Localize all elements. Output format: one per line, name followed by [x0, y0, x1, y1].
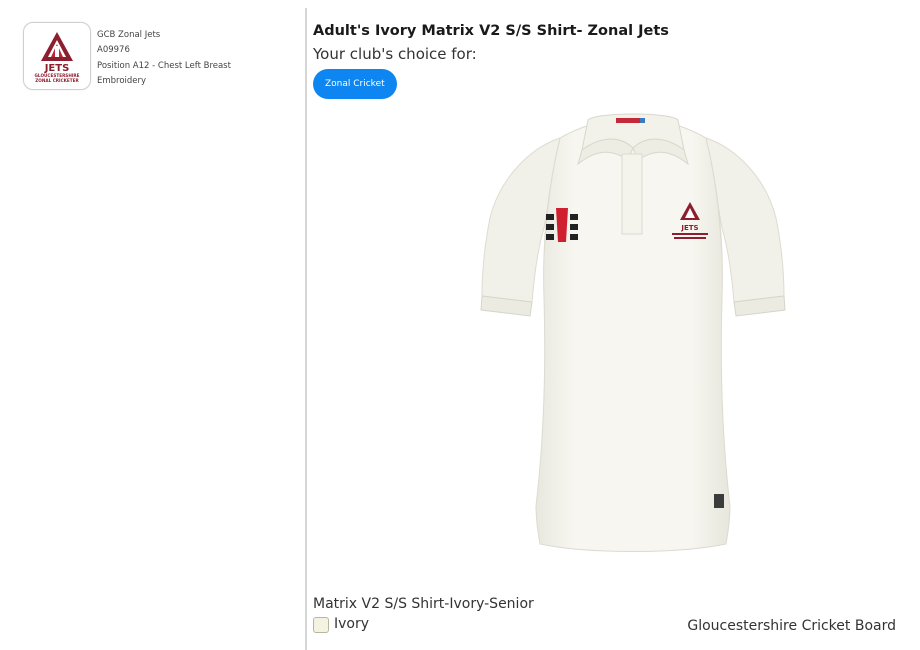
- panel-divider: [305, 8, 307, 650]
- logo-method: Embroidery: [97, 75, 147, 86]
- colour-label: Ivory: [334, 616, 370, 632]
- club-board-name: Gloucestershire Cricket Board: [687, 618, 896, 634]
- logo-position: Position A12 - Chest Left Breast: [97, 60, 231, 71]
- logo-name: GCB Zonal Jets: [97, 30, 161, 40]
- colour-swatch[interactable]: [313, 617, 329, 633]
- logo-details: GCB Zonal Jets A09976 Position A12 - Che…: [97, 28, 231, 89]
- svg-text:JETS: JETS: [680, 224, 698, 232]
- jets-logo-icon: JETS GLOUCESTERSHIRE ZONAL CRICKETER: [35, 32, 80, 83]
- logo-brand-line2: ZONAL CRICKETER: [35, 78, 79, 83]
- logo-code: A09976: [97, 45, 130, 56]
- variant-name: Matrix V2 S/S Shirt-Ivory-Senior: [313, 596, 534, 612]
- shirt-image[interactable]: JETS: [478, 108, 788, 556]
- club-choice-label: Your club's choice for:: [313, 45, 477, 63]
- product-title: Adult's Ivory Matrix V2 S/S Shirt- Zonal…: [313, 23, 669, 39]
- club-logo-card[interactable]: JETS GLOUCESTERSHIRE ZONAL CRICKETER: [23, 22, 91, 90]
- zonal-cricket-button[interactable]: Zonal Cricket: [313, 69, 397, 99]
